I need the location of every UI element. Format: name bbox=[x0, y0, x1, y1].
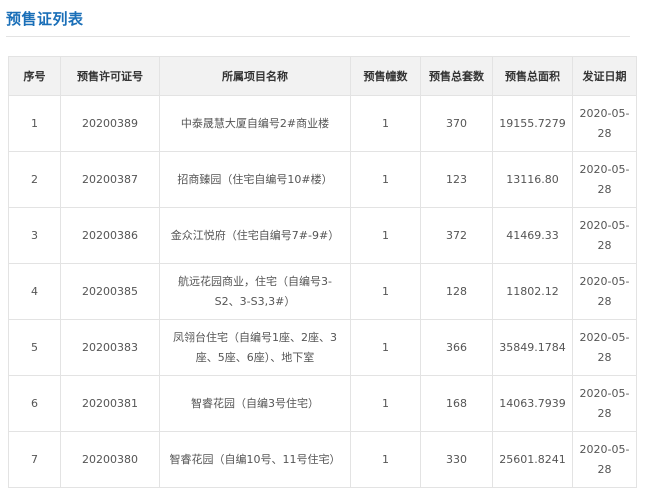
page-title: 预售证列表 bbox=[6, 10, 84, 28]
cell-permit-no: 20200381 bbox=[60, 375, 160, 432]
cell-project: 凤翎台住宅（自编号1座、2座、3座、5座、6座）、地下室 bbox=[159, 319, 351, 376]
title-divider bbox=[6, 36, 630, 37]
cell-index: 3 bbox=[8, 207, 61, 264]
cell-units: 330 bbox=[420, 431, 493, 488]
cell-permit-no: 20200389 bbox=[60, 95, 160, 152]
column-header-date: 发证日期 bbox=[572, 56, 637, 96]
cell-permit-no: 20200385 bbox=[60, 263, 160, 320]
cell-permit-no: 20200386 bbox=[60, 207, 160, 264]
cell-buildings: 1 bbox=[350, 95, 421, 152]
page-header: 预售证列表 bbox=[0, 0, 650, 42]
column-header-project: 所属项目名称 bbox=[159, 56, 351, 96]
column-header-units: 预售总套数 bbox=[420, 56, 493, 96]
cell-area: 25601.8241 bbox=[492, 431, 573, 488]
permit-table-container: 序号 预售许可证号 所属项目名称 预售幢数 预售总套数 预售总面积 发证日期 1… bbox=[8, 56, 637, 488]
cell-area: 14063.7939 bbox=[492, 375, 573, 432]
cell-buildings: 1 bbox=[350, 431, 421, 488]
cell-area: 35849.1784 bbox=[492, 319, 573, 376]
cell-date: 2020-05-28 bbox=[572, 151, 637, 208]
column-header-buildings: 预售幢数 bbox=[350, 56, 421, 96]
cell-date: 2020-05-28 bbox=[572, 431, 637, 488]
table-row: 4 20200385 航远花园商业，住宅（自编号3-S2、3-S3,3#） 1 … bbox=[8, 263, 637, 320]
cell-permit-no: 20200383 bbox=[60, 319, 160, 376]
cell-index: 5 bbox=[8, 319, 61, 376]
cell-index: 2 bbox=[8, 151, 61, 208]
table-body: 1 20200389 中泰晟慧大厦自编号2#商业楼 1 370 19155.72… bbox=[8, 95, 637, 488]
table-header: 序号 预售许可证号 所属项目名称 预售幢数 预售总套数 预售总面积 发证日期 bbox=[8, 56, 637, 96]
table-header-row: 序号 预售许可证号 所属项目名称 预售幢数 预售总套数 预售总面积 发证日期 bbox=[8, 56, 637, 96]
cell-buildings: 1 bbox=[350, 319, 421, 376]
cell-area: 19155.7279 bbox=[492, 95, 573, 152]
cell-index: 7 bbox=[8, 431, 61, 488]
cell-index: 6 bbox=[8, 375, 61, 432]
cell-area: 41469.33 bbox=[492, 207, 573, 264]
table-row: 6 20200381 智睿花园（自编3号住宅） 1 168 14063.7939… bbox=[8, 375, 637, 432]
cell-buildings: 1 bbox=[350, 151, 421, 208]
cell-date: 2020-05-28 bbox=[572, 207, 637, 264]
column-header-area: 预售总面积 bbox=[492, 56, 573, 96]
cell-buildings: 1 bbox=[350, 207, 421, 264]
cell-permit-no: 20200380 bbox=[60, 431, 160, 488]
cell-area: 11802.12 bbox=[492, 263, 573, 320]
cell-date: 2020-05-28 bbox=[572, 95, 637, 152]
cell-project: 航远花园商业，住宅（自编号3-S2、3-S3,3#） bbox=[159, 263, 351, 320]
cell-project: 金众江悦府（住宅自编号7#-9#） bbox=[159, 207, 351, 264]
table-row: 7 20200380 智睿花园（自编10号、11号住宅） 1 330 25601… bbox=[8, 431, 637, 488]
cell-date: 2020-05-28 bbox=[572, 263, 637, 320]
cell-units: 366 bbox=[420, 319, 493, 376]
table-row: 1 20200389 中泰晟慧大厦自编号2#商业楼 1 370 19155.72… bbox=[8, 95, 637, 152]
cell-project: 智睿花园（自编10号、11号住宅） bbox=[159, 431, 351, 488]
cell-units: 128 bbox=[420, 263, 493, 320]
cell-buildings: 1 bbox=[350, 375, 421, 432]
cell-units: 372 bbox=[420, 207, 493, 264]
cell-date: 2020-05-28 bbox=[572, 375, 637, 432]
cell-area: 13116.80 bbox=[492, 151, 573, 208]
cell-project: 中泰晟慧大厦自编号2#商业楼 bbox=[159, 95, 351, 152]
cell-units: 370 bbox=[420, 95, 493, 152]
cell-buildings: 1 bbox=[350, 263, 421, 320]
cell-project: 招商臻园（住宅自编号10#楼） bbox=[159, 151, 351, 208]
table-row: 5 20200383 凤翎台住宅（自编号1座、2座、3座、5座、6座）、地下室 … bbox=[8, 319, 637, 376]
cell-index: 1 bbox=[8, 95, 61, 152]
table-row: 2 20200387 招商臻园（住宅自编号10#楼） 1 123 13116.8… bbox=[8, 151, 637, 208]
column-header-index: 序号 bbox=[8, 56, 61, 96]
table-row: 3 20200386 金众江悦府（住宅自编号7#-9#） 1 372 41469… bbox=[8, 207, 637, 264]
cell-project: 智睿花园（自编3号住宅） bbox=[159, 375, 351, 432]
cell-date: 2020-05-28 bbox=[572, 319, 637, 376]
cell-permit-no: 20200387 bbox=[60, 151, 160, 208]
cell-units: 168 bbox=[420, 375, 493, 432]
column-header-permit-no: 预售许可证号 bbox=[60, 56, 160, 96]
cell-units: 123 bbox=[420, 151, 493, 208]
cell-index: 4 bbox=[8, 263, 61, 320]
permit-table: 序号 预售许可证号 所属项目名称 预售幢数 预售总套数 预售总面积 发证日期 1… bbox=[8, 56, 637, 488]
